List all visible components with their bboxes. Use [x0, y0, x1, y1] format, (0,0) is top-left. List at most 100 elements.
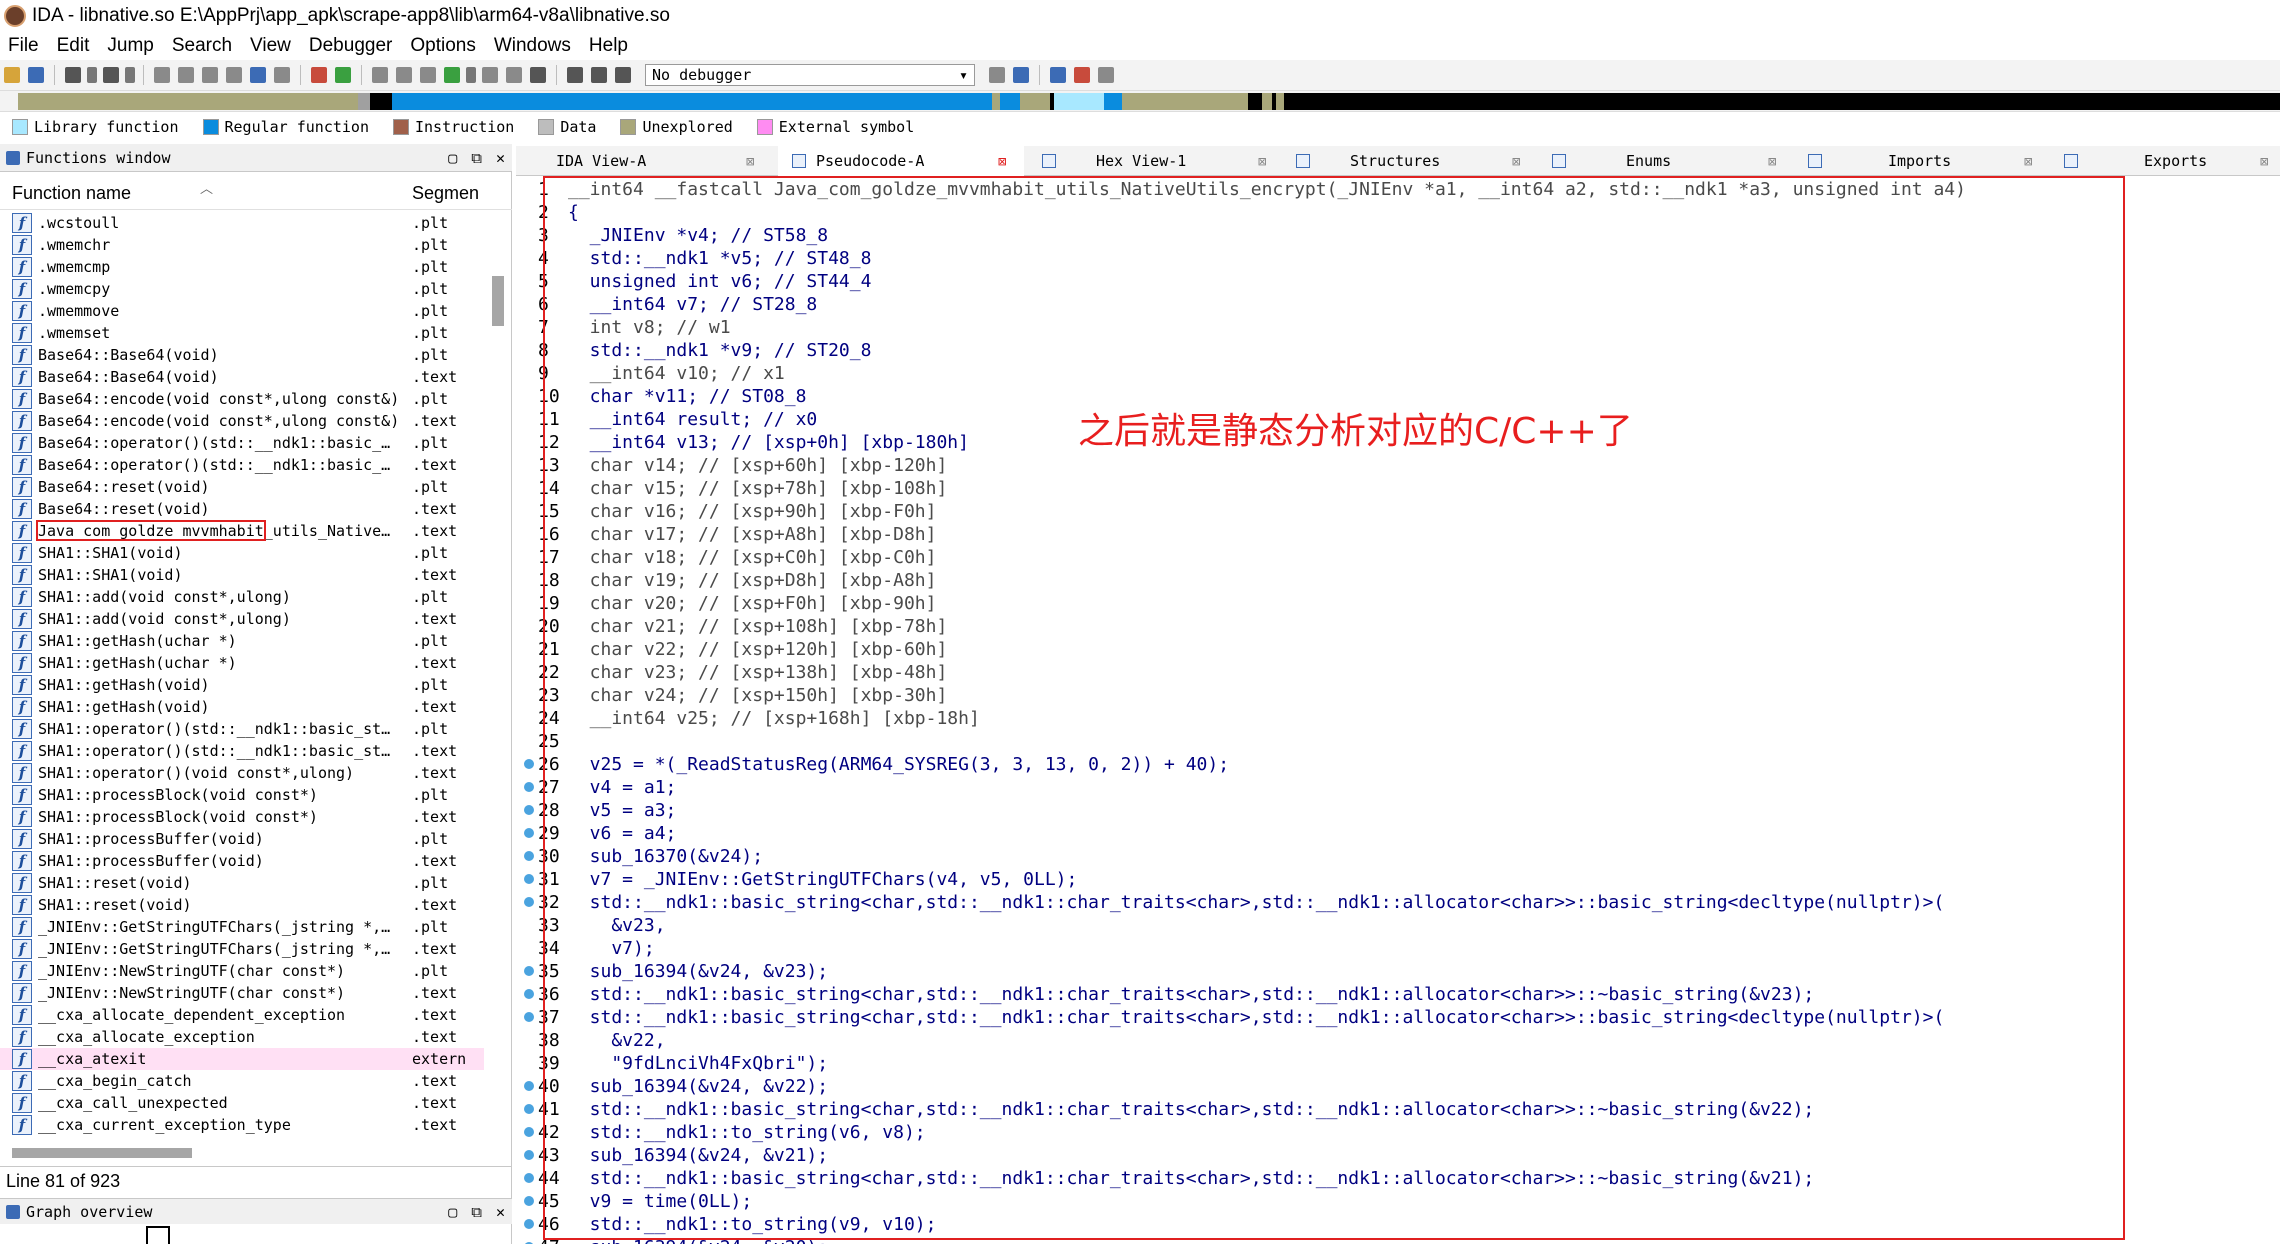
close-icon[interactable]: ✕	[496, 149, 505, 167]
close-icon[interactable]: ✕	[496, 1203, 505, 1221]
function-row[interactable]: f __cxa_atexit extern	[0, 1048, 484, 1070]
tab-structures[interactable]: Structures ⊠	[1296, 146, 1542, 176]
function-row[interactable]: f Base64::encode(void const*,ulong const&…	[0, 410, 484, 432]
float-icon[interactable]: ⧉	[471, 1203, 482, 1221]
plugin-dropdown-icon[interactable]	[466, 67, 476, 83]
function-row[interactable]: f Base64::reset(void) .text	[0, 498, 484, 520]
function-row[interactable]: f .wmemcmp .plt	[0, 256, 484, 278]
back-dropdown-icon[interactable]	[87, 67, 97, 83]
tab-pseudocode-a[interactable]: Pseudocode-A ⊠	[778, 146, 1024, 176]
column-function-name[interactable]: Function name	[12, 183, 131, 204]
xref-chart-icon[interactable]	[396, 67, 412, 83]
menu-debugger[interactable]: Debugger	[309, 35, 392, 57]
restore-icon[interactable]: ▢	[448, 149, 457, 167]
function-row[interactable]: f SHA1::SHA1(void) .text	[0, 564, 484, 586]
function-row[interactable]: f Base64::Base64(void) .plt	[0, 344, 484, 366]
forward-dropdown-icon[interactable]	[125, 67, 135, 83]
breakpoint-dot-icon[interactable]	[524, 805, 534, 815]
menu-file[interactable]: File	[8, 35, 39, 57]
play-icon[interactable]	[567, 67, 583, 83]
breakpoints-icon[interactable]	[1074, 67, 1090, 83]
close-icon[interactable]	[530, 67, 546, 83]
float-icon[interactable]: ⧉	[471, 149, 482, 167]
close-icon[interactable]: ⊠	[1258, 154, 1266, 170]
breakpoint-dot-icon[interactable]	[524, 989, 534, 999]
function-row[interactable]: f _JNIEnv::GetStringUTFChars(_jstring *,……	[0, 916, 484, 938]
back-arrow-icon[interactable]	[65, 67, 81, 83]
tool-icon[interactable]	[482, 67, 498, 83]
tab-hex-view-1[interactable]: Hex View-1 ⊠	[1042, 146, 1288, 176]
function-row[interactable]: f Base64::reset(void) .plt	[0, 476, 484, 498]
function-row[interactable]: f SHA1::reset(void) .text	[0, 894, 484, 916]
debugger-select[interactable]: No debugger ▾	[645, 64, 975, 86]
pause-icon[interactable]	[591, 67, 607, 83]
function-row[interactable]: f __cxa_current_exception_type .text	[0, 1114, 484, 1136]
function-row[interactable]: f SHA1::getHash(void) .text	[0, 696, 484, 718]
function-row[interactable]: f SHA1::add(void const*,ulong) .plt	[0, 586, 484, 608]
navigation-band[interactable]	[0, 90, 2280, 112]
breakpoint-dot-icon[interactable]	[524, 1196, 534, 1206]
menu-edit[interactable]: Edit	[57, 35, 90, 57]
menu-options[interactable]: Options	[410, 35, 475, 57]
function-row[interactable]: f SHA1::operator()(void const*,ulong) .tex…	[0, 762, 484, 784]
function-row[interactable]: f .wmemset .plt	[0, 322, 484, 344]
breakpoint-dot-icon[interactable]	[524, 1104, 534, 1114]
menu-view[interactable]: View	[250, 35, 291, 57]
column-segment[interactable]: Segmen	[412, 183, 479, 204]
function-row[interactable]: f .wmemcpy .plt	[0, 278, 484, 300]
breakpoint-dot-icon[interactable]	[524, 897, 534, 907]
function-row[interactable]: f .wmemchr .plt	[0, 234, 484, 256]
graph-overview-viewport[interactable]	[146, 1226, 170, 1244]
function-row[interactable]: f SHA1::operator()(std::__ndk1::basic_st……	[0, 718, 484, 740]
function-row[interactable]: f SHA1::processBuffer(void) .text	[0, 850, 484, 872]
function-row[interactable]: f _JNIEnv::NewStringUTF(char const*) .plt	[0, 960, 484, 982]
function-row[interactable]: f Base64::Base64(void) .text	[0, 366, 484, 388]
call-graph-icon[interactable]	[420, 67, 436, 83]
function-row[interactable]: f SHA1::reset(void) .plt	[0, 872, 484, 894]
refresh-icon[interactable]	[1013, 67, 1029, 83]
function-row[interactable]: f Java_com_goldze_mvvmhabit_utils_Native……	[0, 520, 484, 542]
function-row[interactable]: f .wmemmove .plt	[0, 300, 484, 322]
function-row[interactable]: f SHA1::add(void const*,ulong) .text	[0, 608, 484, 630]
breakpoint-dot-icon[interactable]	[524, 1012, 534, 1022]
search-next-icon[interactable]	[202, 67, 218, 83]
function-row[interactable]: f _JNIEnv::NewStringUTF(char const*) .text	[0, 982, 484, 1004]
functions-vertical-scrollbar[interactable]	[492, 276, 504, 326]
attach-icon[interactable]	[989, 67, 1005, 83]
layout-icon[interactable]	[1050, 67, 1066, 83]
code-icon[interactable]	[274, 67, 290, 83]
function-row[interactable]: f SHA1::getHash(void) .plt	[0, 674, 484, 696]
breakpoint-dot-icon[interactable]	[524, 1219, 534, 1229]
tool2-icon[interactable]	[506, 67, 522, 83]
breakpoint-dot-icon[interactable]	[524, 1150, 534, 1160]
run-script-icon[interactable]	[335, 67, 351, 83]
function-row[interactable]: f SHA1::processBlock(void const*) .plt	[0, 784, 484, 806]
graph-view-icon[interactable]	[311, 67, 327, 83]
breakpoint-dot-icon[interactable]	[524, 851, 534, 861]
settings-icon[interactable]	[1098, 67, 1114, 83]
chart-icon[interactable]	[372, 67, 388, 83]
close-icon[interactable]: ⊠	[2024, 154, 2032, 170]
close-icon[interactable]: ⊠	[2260, 154, 2268, 170]
function-row[interactable]: f __cxa_allocate_exception .text	[0, 1026, 484, 1048]
function-row[interactable]: f SHA1::processBlock(void const*) .text	[0, 806, 484, 828]
function-row[interactable]: f Base64::encode(void const*,ulong const&…	[0, 388, 484, 410]
jump-down-icon[interactable]	[250, 67, 266, 83]
menu-search[interactable]: Search	[172, 35, 232, 57]
text-search-icon[interactable]	[178, 67, 194, 83]
function-row[interactable]: f __cxa_call_unexpected .text	[0, 1092, 484, 1114]
menu-jump[interactable]: Jump	[107, 35, 153, 57]
breakpoint-dot-icon[interactable]	[524, 1127, 534, 1137]
tab-enums[interactable]: Enums ⊠	[1552, 146, 1798, 176]
tab-imports[interactable]: Imports ⊠	[1808, 146, 2054, 176]
breakpoint-dot-icon[interactable]	[524, 1081, 534, 1091]
forward-arrow-icon[interactable]	[103, 67, 119, 83]
breakpoint-dot-icon[interactable]	[524, 966, 534, 976]
navigation-strip[interactable]	[18, 93, 2280, 110]
function-row[interactable]: f SHA1::operator()(std::__ndk1::basic_st……	[0, 740, 484, 762]
binary-search-icon[interactable]	[154, 67, 170, 83]
function-row[interactable]: f SHA1::getHash(uchar *) .plt	[0, 630, 484, 652]
close-icon[interactable]: ⊠	[746, 154, 754, 170]
function-row[interactable]: f SHA1::getHash(uchar *) .text	[0, 652, 484, 674]
function-row[interactable]: f _JNIEnv::GetStringUTFChars(_jstring *,……	[0, 938, 484, 960]
